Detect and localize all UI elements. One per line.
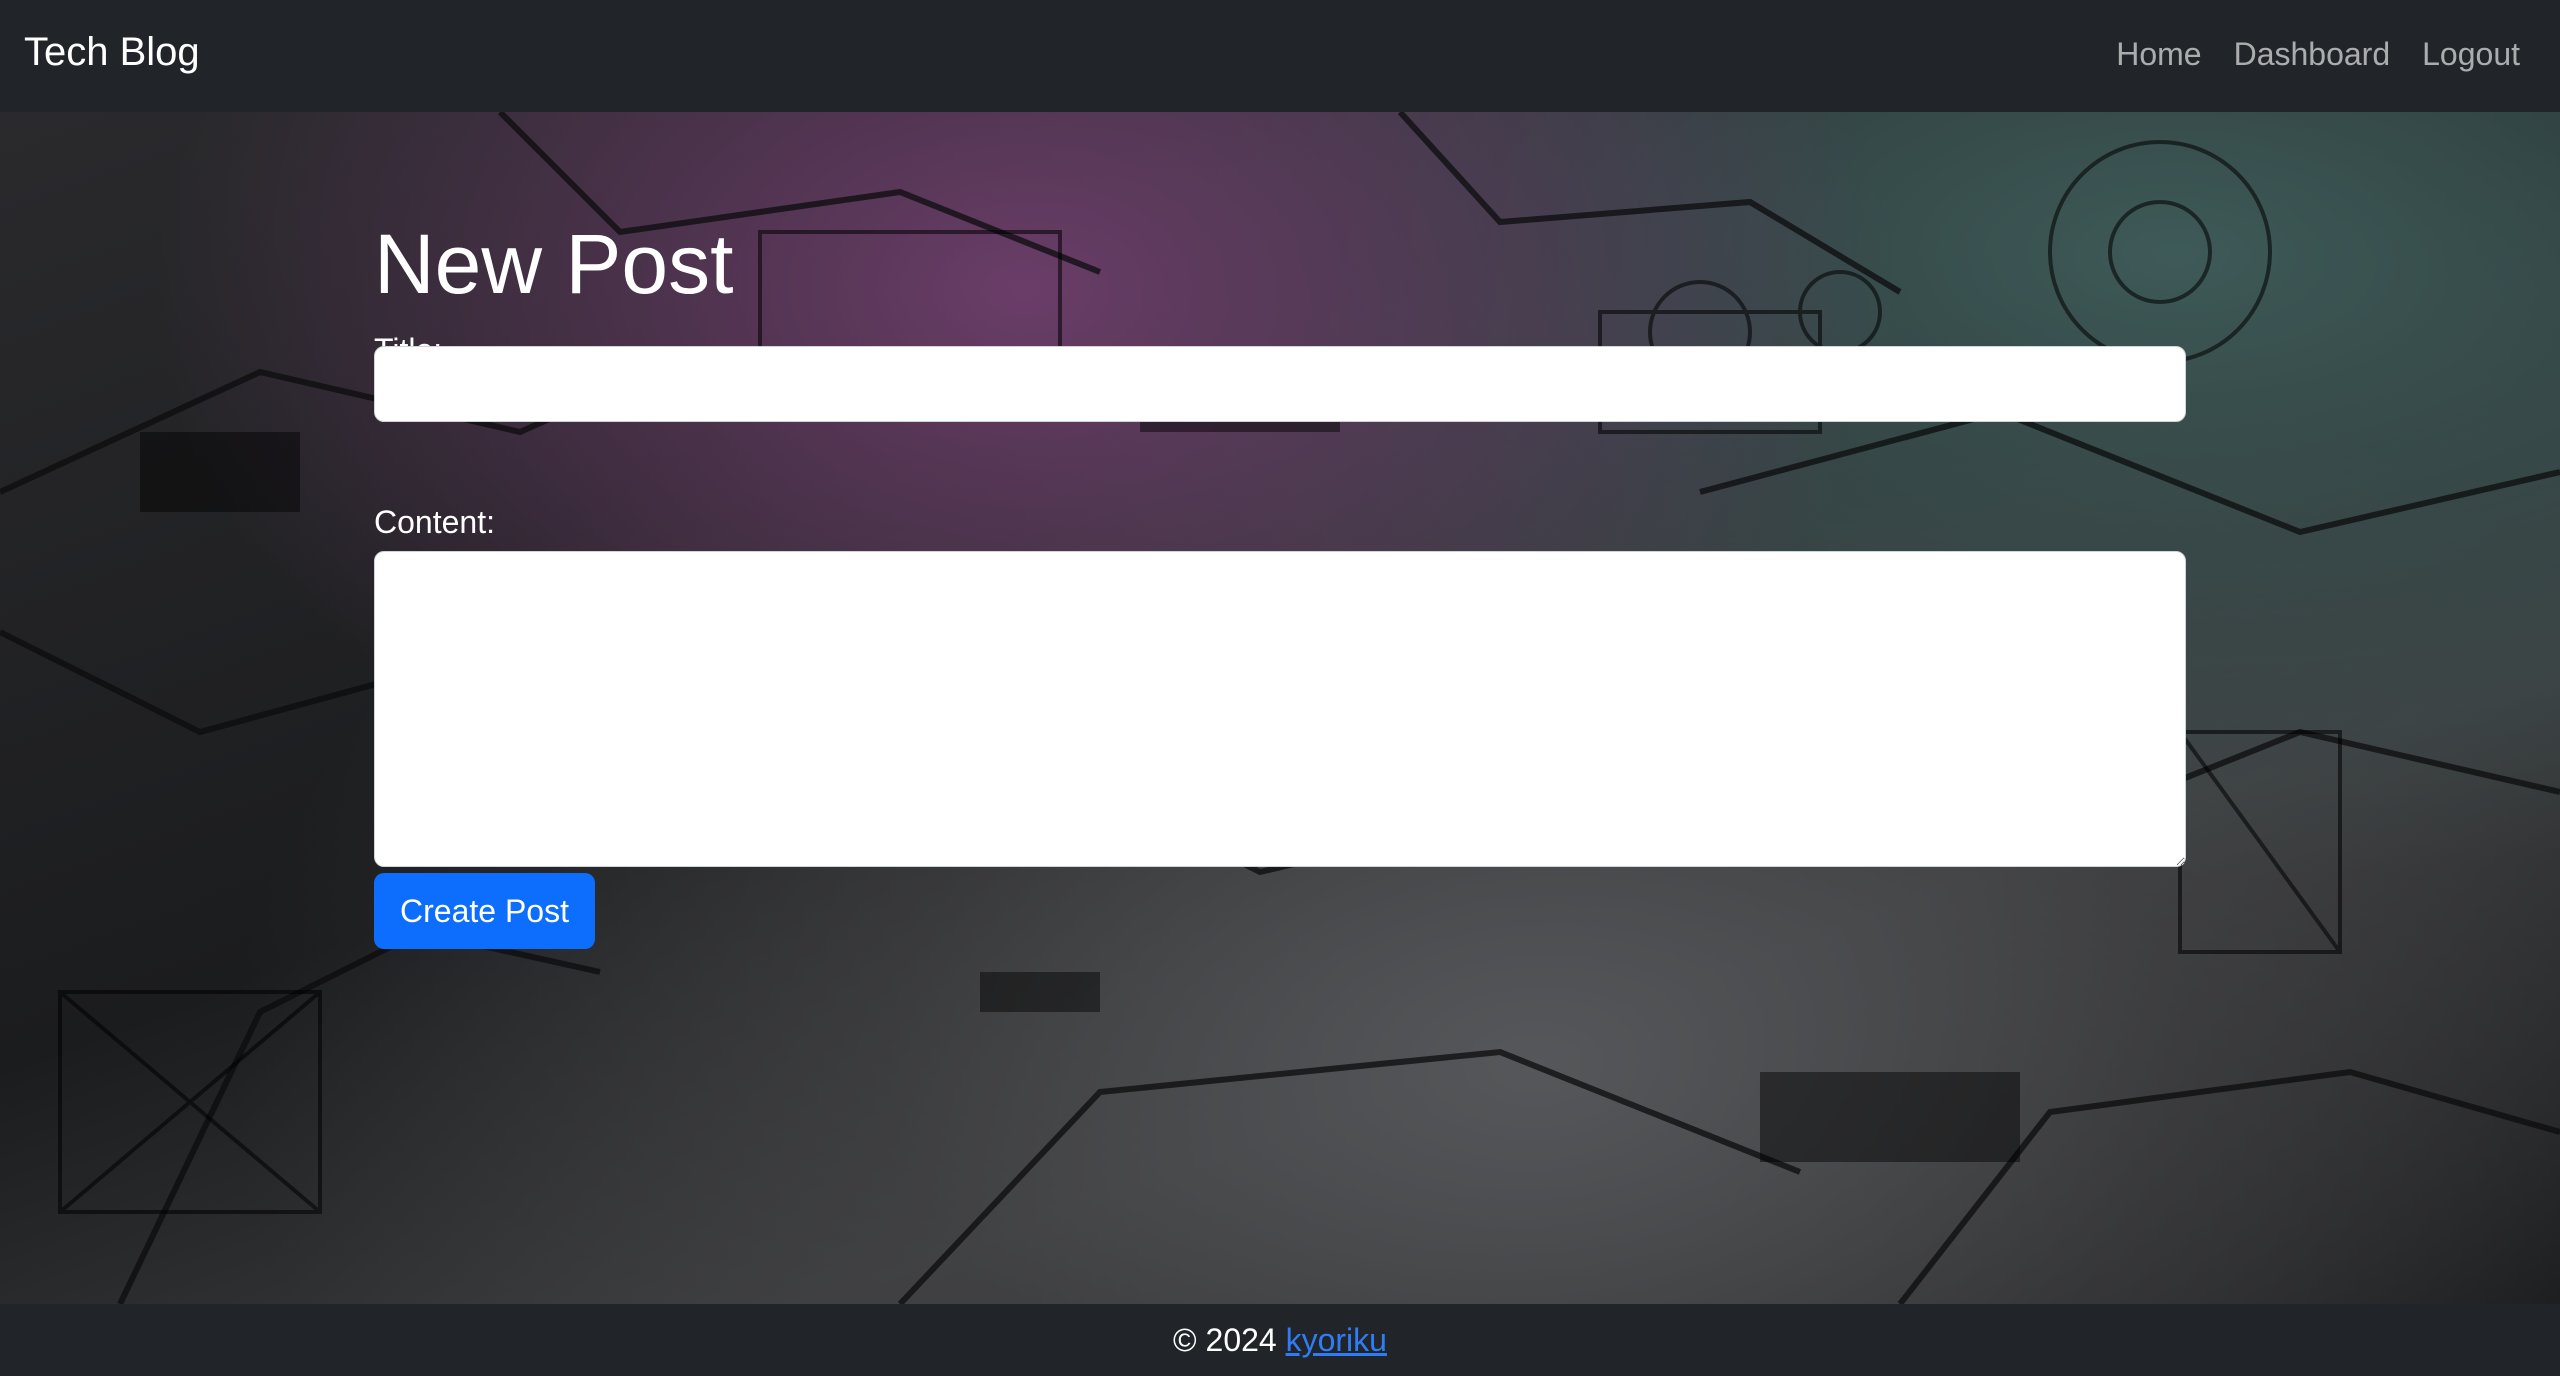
nav-dashboard-link[interactable]: Dashboard (2234, 36, 2391, 73)
page-title: New Post (374, 217, 734, 311)
navbar: Tech Blog Home Dashboard Logout (0, 0, 2560, 112)
footer: © 2024 kyoriku (0, 1304, 2560, 1376)
brand-link[interactable]: Tech Blog (24, 30, 200, 75)
content-label: Content: (374, 504, 495, 540)
nav-home-link[interactable]: Home (2116, 36, 2201, 73)
nav-logout-link[interactable]: Logout (2422, 36, 2520, 73)
copyright-text: © 2024 (1173, 1322, 1277, 1358)
hero-background: New Post Title: Content: Create Post (0, 112, 2560, 1304)
create-post-button[interactable]: Create Post (374, 873, 595, 949)
title-input[interactable] (374, 346, 2186, 422)
content-textarea[interactable] (374, 551, 2186, 867)
nav-links: Home Dashboard Logout (2116, 36, 2520, 73)
author-link[interactable]: kyoriku (1286, 1322, 1387, 1358)
